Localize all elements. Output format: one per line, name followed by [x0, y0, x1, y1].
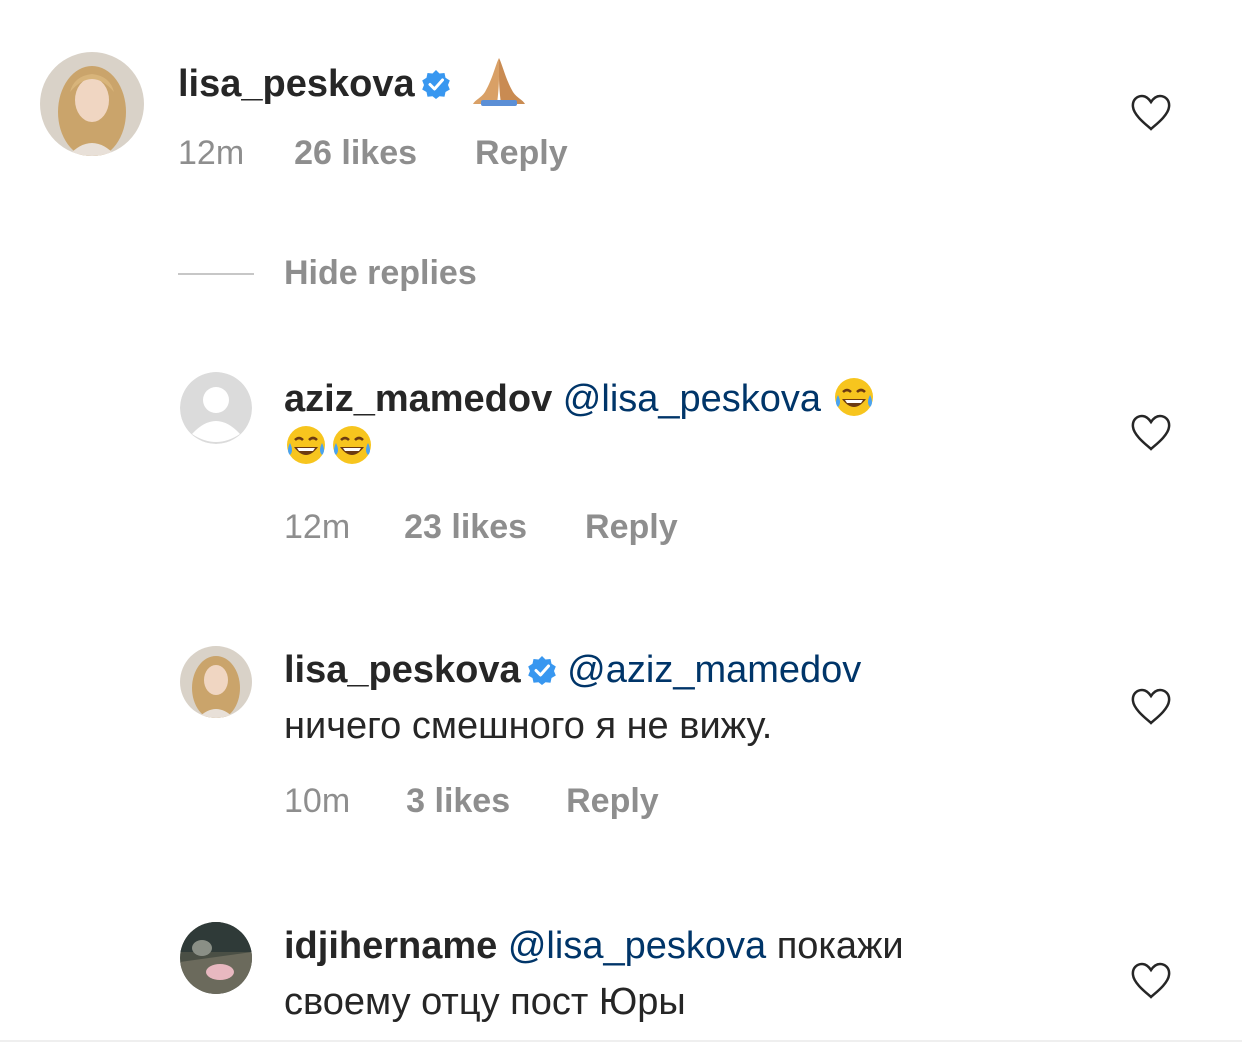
tears-of-joy-emoji [832, 375, 876, 419]
verified-badge-icon [421, 69, 451, 99]
comment-username[interactable]: lisa_peskova [284, 649, 521, 691]
comment-text: покажи [776, 925, 904, 967]
mention-link[interactable]: @lisa_peskova [563, 378, 821, 420]
heart-outline-icon[interactable] [1130, 94, 1172, 132]
tears-of-joy-emoji [330, 423, 374, 467]
bottom-divider [0, 1040, 1242, 1042]
comment-2-meta: 12m 23 likes Reply [284, 508, 678, 547]
likes-count[interactable]: 3 likes [406, 782, 510, 821]
avatar-lisa-peskova[interactable] [180, 646, 252, 718]
comment-3-meta: 10m 3 likes Reply [284, 782, 659, 821]
heart-outline-icon[interactable] [1130, 414, 1172, 452]
hide-replies-row[interactable]: Hide replies [178, 254, 477, 293]
comment-1-meta: 12m 26 likes Reply [178, 134, 568, 173]
likes-count[interactable]: 23 likes [404, 508, 527, 547]
heart-outline-icon[interactable] [1130, 962, 1172, 1000]
avatar-lisa-peskova[interactable] [40, 52, 144, 156]
comment-text: своему отцу пост Юры [284, 981, 686, 1023]
tears-of-joy-emoji [284, 423, 328, 467]
avatar-idjihername[interactable] [180, 922, 252, 994]
reply-button[interactable]: Reply [566, 782, 659, 821]
likes-count[interactable]: 26 likes [294, 134, 417, 173]
hide-replies-button[interactable]: Hide replies [284, 254, 477, 292]
mention-link[interactable]: @aziz_mamedov [567, 649, 861, 691]
comment-username[interactable]: idjihername [284, 925, 497, 967]
comment-text: ничего смешного я не вижу. [284, 705, 773, 747]
comment-time: 12m [178, 134, 245, 172]
reply-button[interactable]: Reply [585, 508, 678, 547]
default-avatar-icon[interactable] [180, 372, 252, 444]
comment-time: 12m [284, 508, 351, 546]
reply-button[interactable]: Reply [475, 134, 568, 173]
comment-username[interactable]: lisa_peskova [178, 63, 415, 105]
heart-outline-icon[interactable] [1130, 688, 1172, 726]
comment-username[interactable]: aziz_mamedov [284, 378, 552, 420]
mention-link[interactable]: @lisa_peskova [508, 925, 766, 967]
folded-hands-emoji [471, 56, 527, 106]
verified-badge-icon [527, 655, 557, 685]
hide-replies-divider [178, 272, 254, 275]
comment-time: 10m [284, 782, 351, 820]
